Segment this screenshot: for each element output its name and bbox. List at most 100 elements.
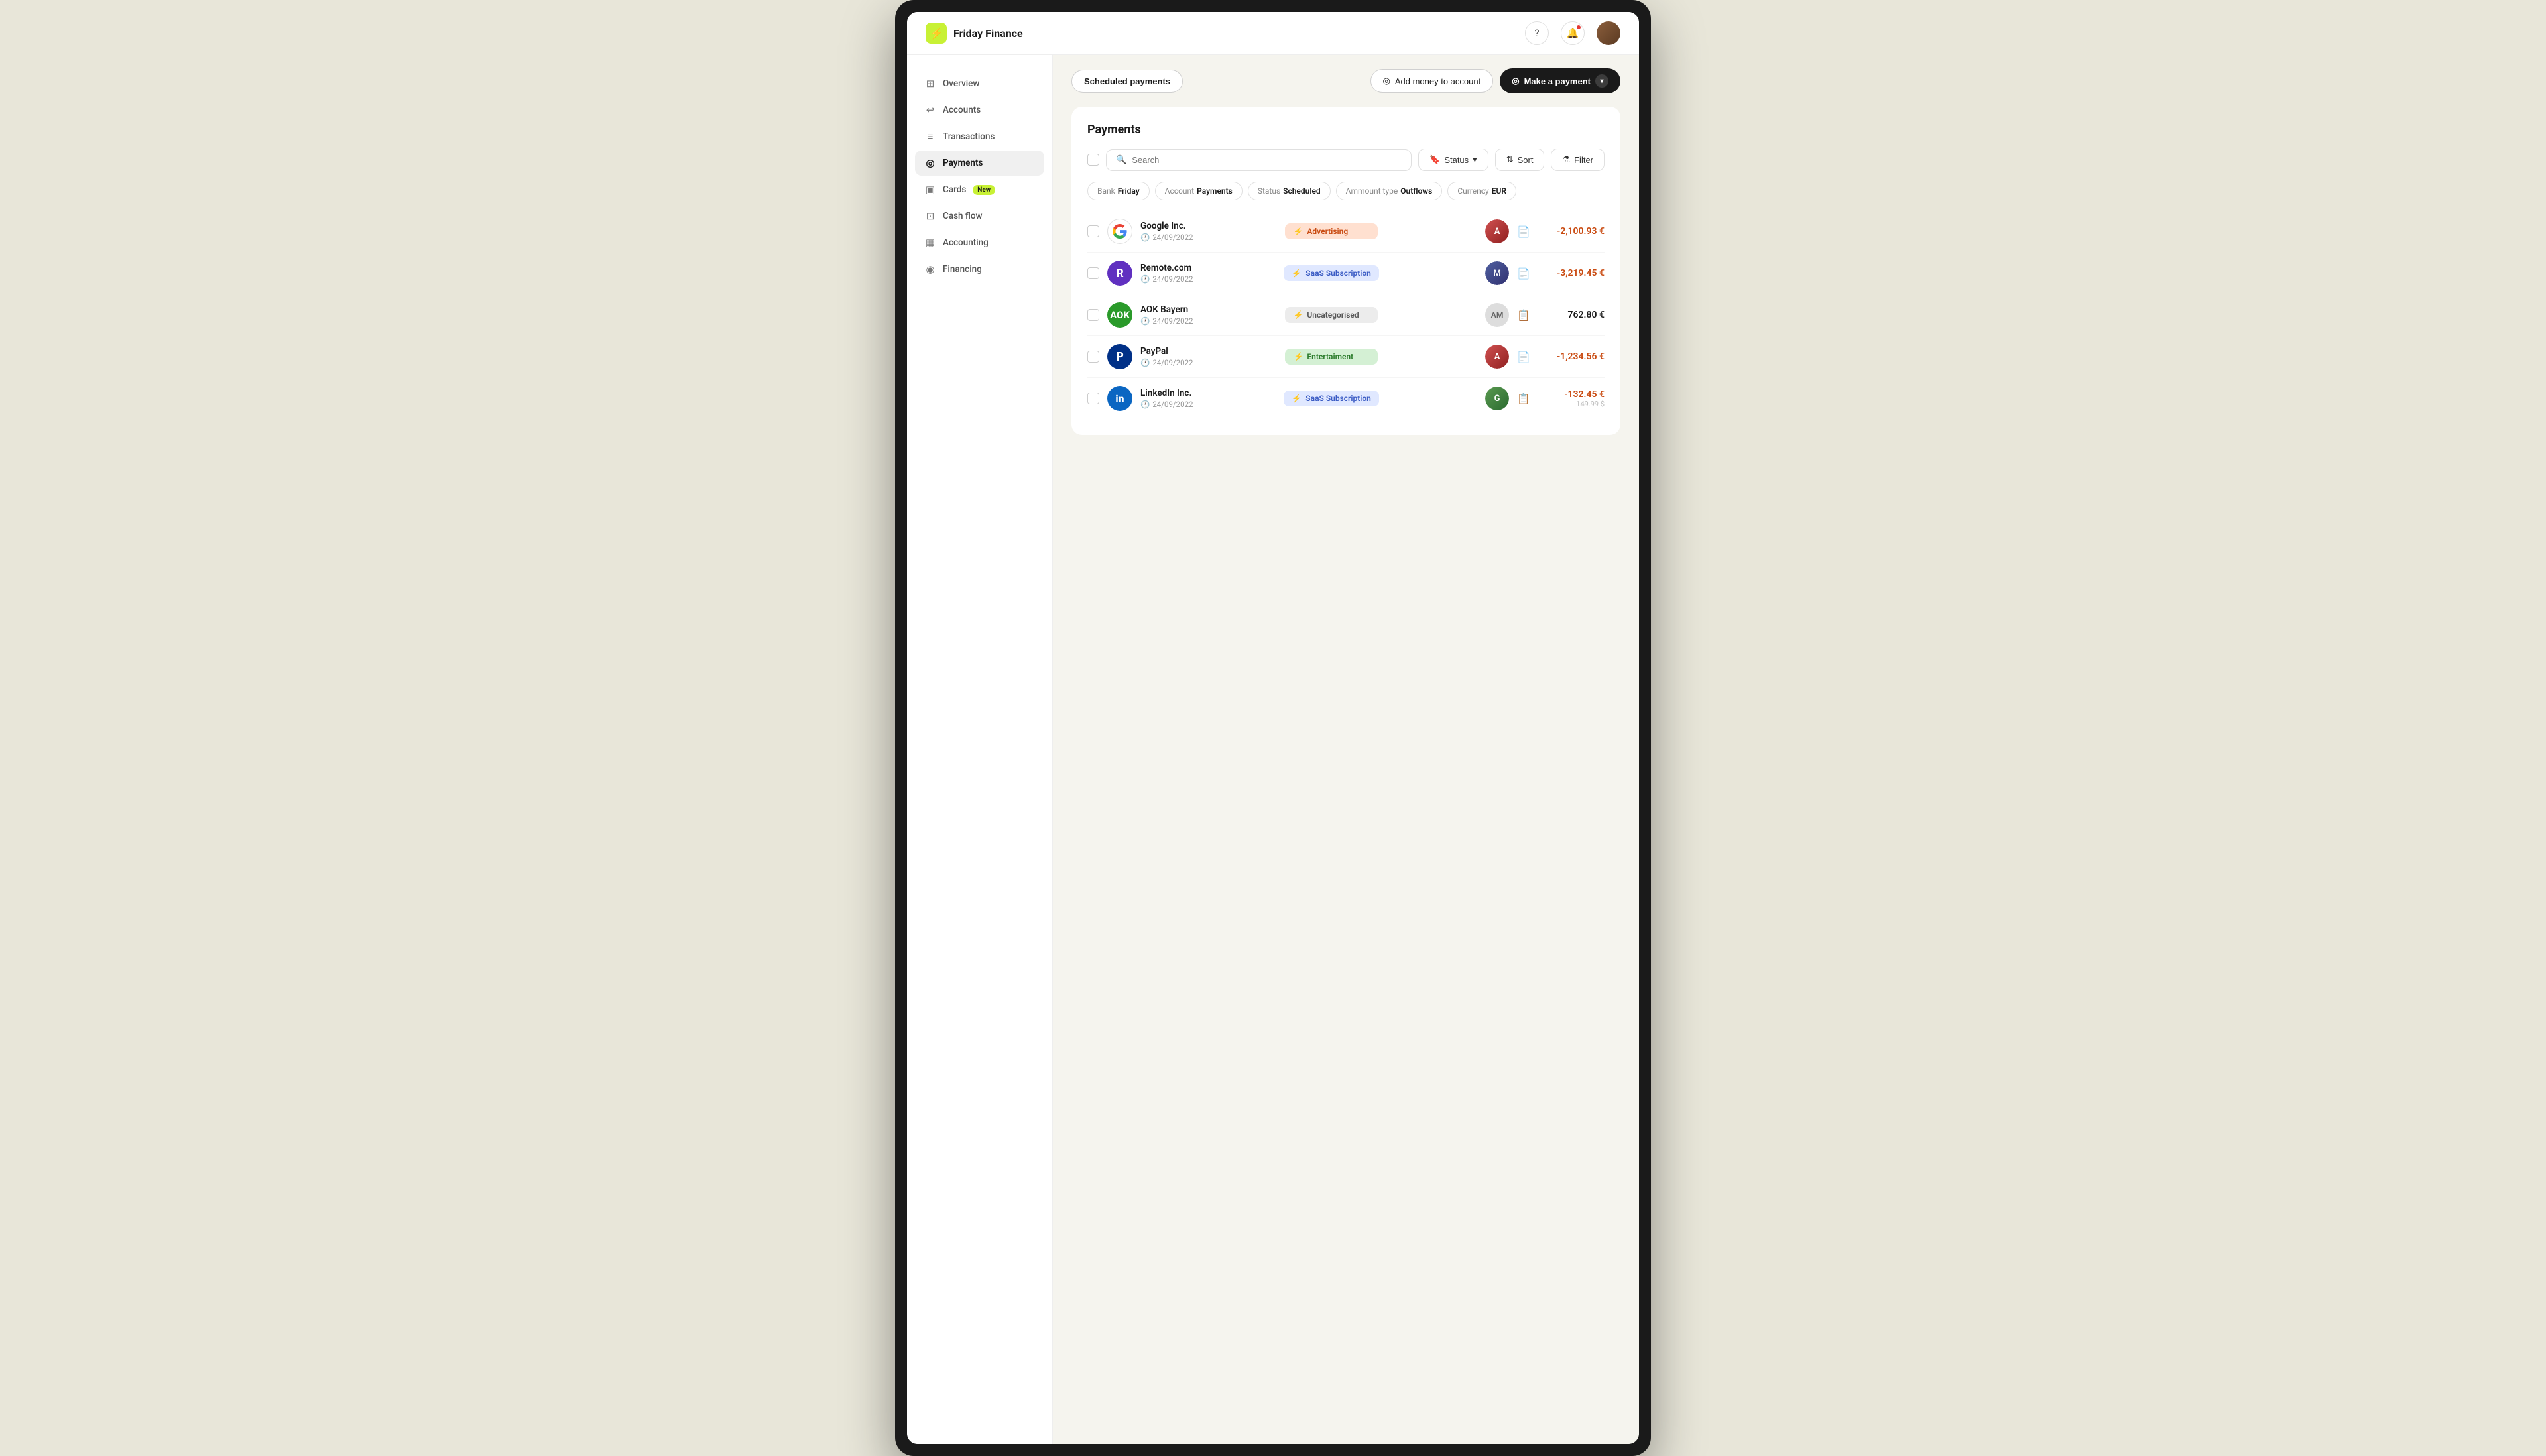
amount-value: -1,234.56 € [1538,351,1605,362]
sort-label: Sort [1518,155,1534,165]
company-info-paypal: PayPal 🕐 24/09/2022 [1140,346,1277,367]
table-row: P PayPal 🕐 24/09/2022 ⚡ Entertaiment [1087,336,1605,378]
scheduled-payments-tab[interactable]: Scheduled payments [1071,70,1183,93]
document-icon: 📄 [1517,351,1530,363]
content-area: Scheduled payments ◎ Add money to accoun… [1053,55,1639,1444]
chip-account[interactable]: Account Payments [1155,182,1243,200]
status-icon: 🔖 [1429,154,1440,165]
company-date: 🕐 24/09/2022 [1140,233,1277,242]
document-icon: 📄 [1517,267,1530,280]
sidebar-item-payments[interactable]: ◎ Payments [915,151,1044,176]
category-tag: ⚡ SaaS Subscription [1284,265,1379,281]
company-info-remote: Remote.com 🕐 24/09/2022 [1140,263,1276,284]
help-button[interactable]: ? [1525,21,1549,45]
payment-icon: ◎ [1512,76,1519,86]
add-money-button[interactable]: ◎ Add money to account [1370,69,1494,93]
row-checkbox-google[interactable] [1087,225,1099,237]
chip-bank[interactable]: Bank Friday [1087,182,1150,200]
main-layout: ⊞ Overview ↩ Accounts ≡ Transactions ◎ P… [907,55,1639,1444]
clock-icon: 🕐 [1140,316,1150,326]
lightning-icon: ⚡ [1293,352,1303,361]
lightning-icon: ⚡ [1292,269,1302,278]
user-avatar[interactable] [1597,21,1620,45]
sidebar-item-label: Accounting [943,237,989,248]
make-payment-label: Make a payment [1524,76,1591,86]
sidebar-item-label: Overview [943,78,979,89]
document-icon: 📋 [1517,393,1530,405]
search-input[interactable] [1132,155,1402,165]
table-row: R Remote.com 🕐 24/09/2022 ⚡ SaaS Sub [1087,253,1605,294]
make-payment-button[interactable]: ◎ Make a payment ▾ [1500,68,1620,93]
sidebar-item-label: Accounts [943,105,981,115]
person-avatar: M [1485,261,1509,285]
clock-icon: 🕐 [1140,358,1150,367]
financing-icon: ◉ [924,263,936,275]
table-row: AOK AOK Bayern 🕐 24/09/2022 ⚡ Uncate [1087,294,1605,336]
status-dropdown[interactable]: 🔖 Status ▾ [1418,149,1488,171]
avatar-image [1597,21,1620,45]
company-name: AOK Bayern [1140,304,1277,315]
category-tag: ⚡ SaaS Subscription [1284,391,1379,406]
category-label: SaaS Subscription [1305,394,1371,403]
accounts-icon: ↩ [924,104,936,116]
filter-label: Filter [1574,155,1593,165]
sidebar-item-financing[interactable]: ◉ Financing [915,257,1044,282]
logo-icon: ⚡ [926,23,947,44]
sidebar-item-accounting[interactable]: ▦ Accounting [915,230,1044,255]
filter-button[interactable]: ⚗ Filter [1551,149,1605,171]
sidebar-item-cards[interactable]: ▣ Cards New [915,177,1044,202]
add-icon: ◎ [1383,76,1390,86]
chip-account-value: Payments [1197,186,1233,196]
panel-title: Payments [1087,123,1605,137]
clock-icon: 🕐 [1140,400,1150,409]
sort-button[interactable]: ⇅ Sort [1495,149,1545,171]
app-name: Friday Finance [953,27,1023,40]
notification-button[interactable]: 🔔 [1561,21,1585,45]
amount-cell: -1,234.56 € [1538,351,1605,362]
company-info-linkedin: LinkedIn Inc. 🕐 24/09/2022 [1140,388,1276,409]
row-checkbox-linkedin[interactable] [1087,393,1099,404]
sidebar-item-label: Cards [943,184,966,195]
table-row: in LinkedIn Inc. 🕐 24/09/2022 ⚡ SaaS [1087,378,1605,419]
sidebar-item-accounts[interactable]: ↩ Accounts [915,97,1044,123]
sidebar-item-transactions[interactable]: ≡ Transactions [915,124,1044,149]
chip-status-value: Scheduled [1283,186,1321,196]
category-label: SaaS Subscription [1305,269,1371,278]
sidebar-item-overview[interactable]: ⊞ Overview [915,71,1044,96]
payments-table: Google Inc. 🕐 24/09/2022 ⚡ Advertising [1087,211,1605,419]
chip-bank-value: Friday [1118,186,1140,196]
select-all-checkbox[interactable] [1087,154,1099,166]
chip-currency[interactable]: Currency EUR [1447,182,1516,200]
person-avatar: A [1485,345,1509,369]
person-avatar: A [1485,219,1509,243]
chip-status[interactable]: Status Scheduled [1248,182,1331,200]
company-date: 🕐 24/09/2022 [1140,316,1277,326]
person-avatar: G [1485,387,1509,410]
amount-cell: -132.45 € -149.99 $ [1538,389,1605,408]
sidebar-item-label: Payments [943,158,983,168]
chip-currency-label: Currency [1457,186,1488,196]
sub-amount-value: -149.99 $ [1538,400,1605,408]
amount-value: -132.45 € [1538,389,1605,400]
chip-bank-label: Bank [1097,186,1115,196]
sidebar-item-cashflow[interactable]: ⊡ Cash flow [915,204,1044,229]
cards-icon: ▣ [924,184,936,196]
top-bar: ⚡ Friday Finance ? 🔔 [907,12,1639,55]
row-checkbox-paypal[interactable] [1087,351,1099,363]
chip-amount-type[interactable]: Ammount type Outflows [1336,182,1443,200]
row-checkbox-remote[interactable] [1087,267,1099,279]
search-icon: 🔍 [1116,155,1126,165]
notification-dot [1576,25,1581,30]
transactions-icon: ≡ [924,131,936,143]
company-date: 🕐 24/09/2022 [1140,274,1276,284]
payments-icon: ◎ [924,157,936,169]
table-row: Google Inc. 🕐 24/09/2022 ⚡ Advertising [1087,211,1605,253]
company-date: 🕐 24/09/2022 [1140,358,1277,367]
row-checkbox-aok[interactable] [1087,309,1099,321]
lightning-icon: ⚡ [1293,310,1303,320]
document-icon: 📋 [1517,309,1530,322]
add-money-label: Add money to account [1395,76,1481,86]
amount-cell: -2,100.93 € [1538,226,1605,237]
company-logo-paypal: P [1107,344,1132,369]
company-logo-google [1107,219,1132,244]
